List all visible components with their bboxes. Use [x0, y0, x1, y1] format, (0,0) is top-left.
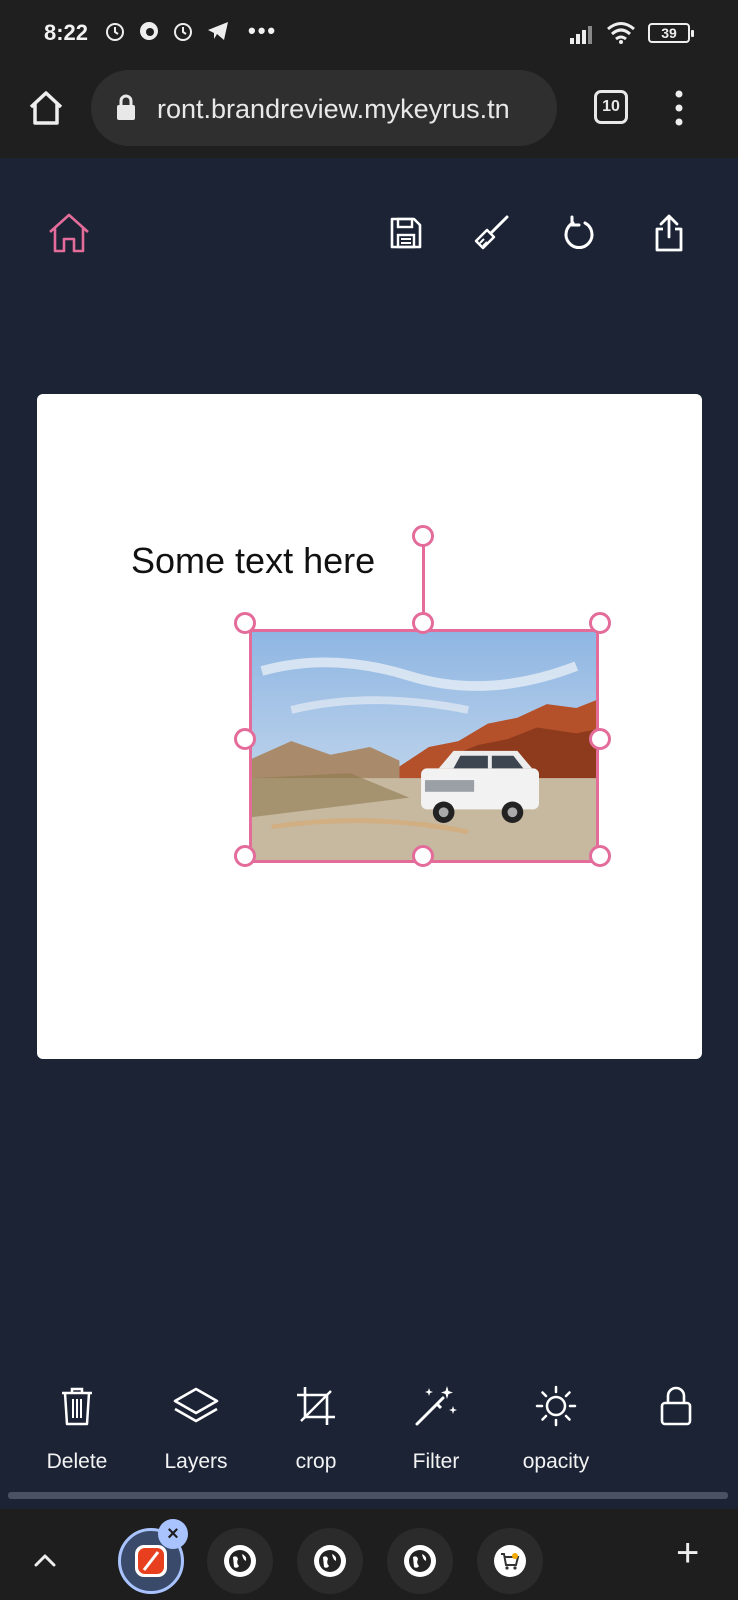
wifi-icon	[607, 22, 635, 44]
opacity-label: opacity	[522, 1450, 590, 1473]
address-bar[interactable]: ront.brandreview.mykeyrus.tn	[91, 70, 557, 146]
toolbar-scrollbar[interactable]	[8, 1492, 728, 1499]
delete-label: Delete	[46, 1450, 108, 1473]
tab-5[interactable]	[477, 1528, 543, 1594]
delete-tool[interactable]: Delete	[22, 1376, 132, 1474]
url-text: ront.brandreview.mykeyrus.tn	[157, 94, 510, 124]
globe-icon	[319, 1550, 341, 1572]
signal-icon	[570, 26, 592, 44]
lock-icon	[117, 94, 135, 120]
resize-handle-top[interactable]	[412, 612, 434, 634]
battery-indicator: 39	[648, 23, 694, 43]
resize-handle-bottom-right[interactable]	[589, 845, 611, 867]
selected-image-layer[interactable]	[249, 629, 599, 863]
save-icon	[390, 217, 422, 249]
browser-toolbar: ront.brandreview.mykeyrus.tn 10	[0, 66, 738, 158]
resize-handle-top-right[interactable]	[589, 612, 611, 634]
crop-label: crop	[295, 1450, 337, 1473]
new-tab-button[interactable]: +	[676, 1531, 699, 1576]
home-button[interactable]	[44, 208, 94, 258]
browser-home-icon[interactable]	[26, 88, 66, 128]
browser-app-icon	[140, 22, 158, 40]
alarm-clock-icon	[174, 23, 192, 41]
globe-icon	[229, 1550, 251, 1572]
tab-switcher-button[interactable]: 10	[594, 90, 628, 124]
cart-icon	[501, 1553, 520, 1570]
tab-strip: × +	[0, 1509, 738, 1600]
clock: 8:22	[44, 20, 89, 45]
layers-icon	[173, 1387, 219, 1423]
tab-3[interactable]	[297, 1528, 363, 1594]
resize-handle-right[interactable]	[589, 728, 611, 750]
status-bar: 8:22 ••• 39	[0, 0, 738, 66]
more-notifications-icon: •••	[248, 18, 278, 43]
lock-icon	[660, 1386, 692, 1426]
layers-tool[interactable]: Layers	[141, 1376, 251, 1474]
filter-label: Filter	[412, 1450, 460, 1473]
rotate-handle[interactable]	[412, 525, 434, 547]
opacity-tool[interactable]: opacity	[501, 1376, 611, 1474]
alarm-icon	[106, 23, 124, 41]
save-button[interactable]	[381, 208, 431, 258]
share-button[interactable]	[644, 208, 694, 258]
sun-icon	[535, 1385, 577, 1427]
reset-button[interactable]	[554, 208, 604, 258]
telegram-icon	[208, 22, 228, 40]
editor-header	[0, 158, 738, 298]
more-menu-icon[interactable]	[672, 88, 686, 128]
filter-tool[interactable]: Filter	[381, 1376, 491, 1474]
trash-icon	[62, 1387, 92, 1426]
chevron-up-icon[interactable]	[34, 1553, 56, 1567]
brush-button[interactable]	[466, 208, 516, 258]
resize-handle-top-left[interactable]	[234, 612, 256, 634]
close-tab-button[interactable]: ×	[158, 1519, 188, 1549]
resize-handle-bottom[interactable]	[412, 845, 434, 867]
share-icon	[655, 214, 683, 252]
tab-2[interactable]	[207, 1528, 273, 1594]
layers-label: Layers	[164, 1450, 228, 1473]
home-icon	[49, 213, 89, 253]
brush-icon	[474, 215, 509, 250]
globe-icon	[409, 1550, 431, 1572]
resize-handle-left[interactable]	[234, 728, 256, 750]
refresh-icon	[564, 215, 594, 250]
suv-photo	[252, 632, 596, 860]
resize-handle-bottom-left[interactable]	[234, 845, 256, 867]
lock-tool[interactable]	[621, 1376, 731, 1450]
site-favicon-icon	[135, 1545, 167, 1577]
magic-wand-icon	[415, 1386, 457, 1426]
crop-icon	[297, 1387, 335, 1425]
edit-toolbar: Delete Layers crop Filter opacity	[0, 1376, 738, 1486]
tab-4[interactable]	[387, 1528, 453, 1594]
text-layer[interactable]: Some text here	[131, 540, 375, 582]
design-canvas[interactable]: Some text here	[37, 394, 702, 1059]
crop-tool[interactable]: crop	[261, 1376, 371, 1474]
